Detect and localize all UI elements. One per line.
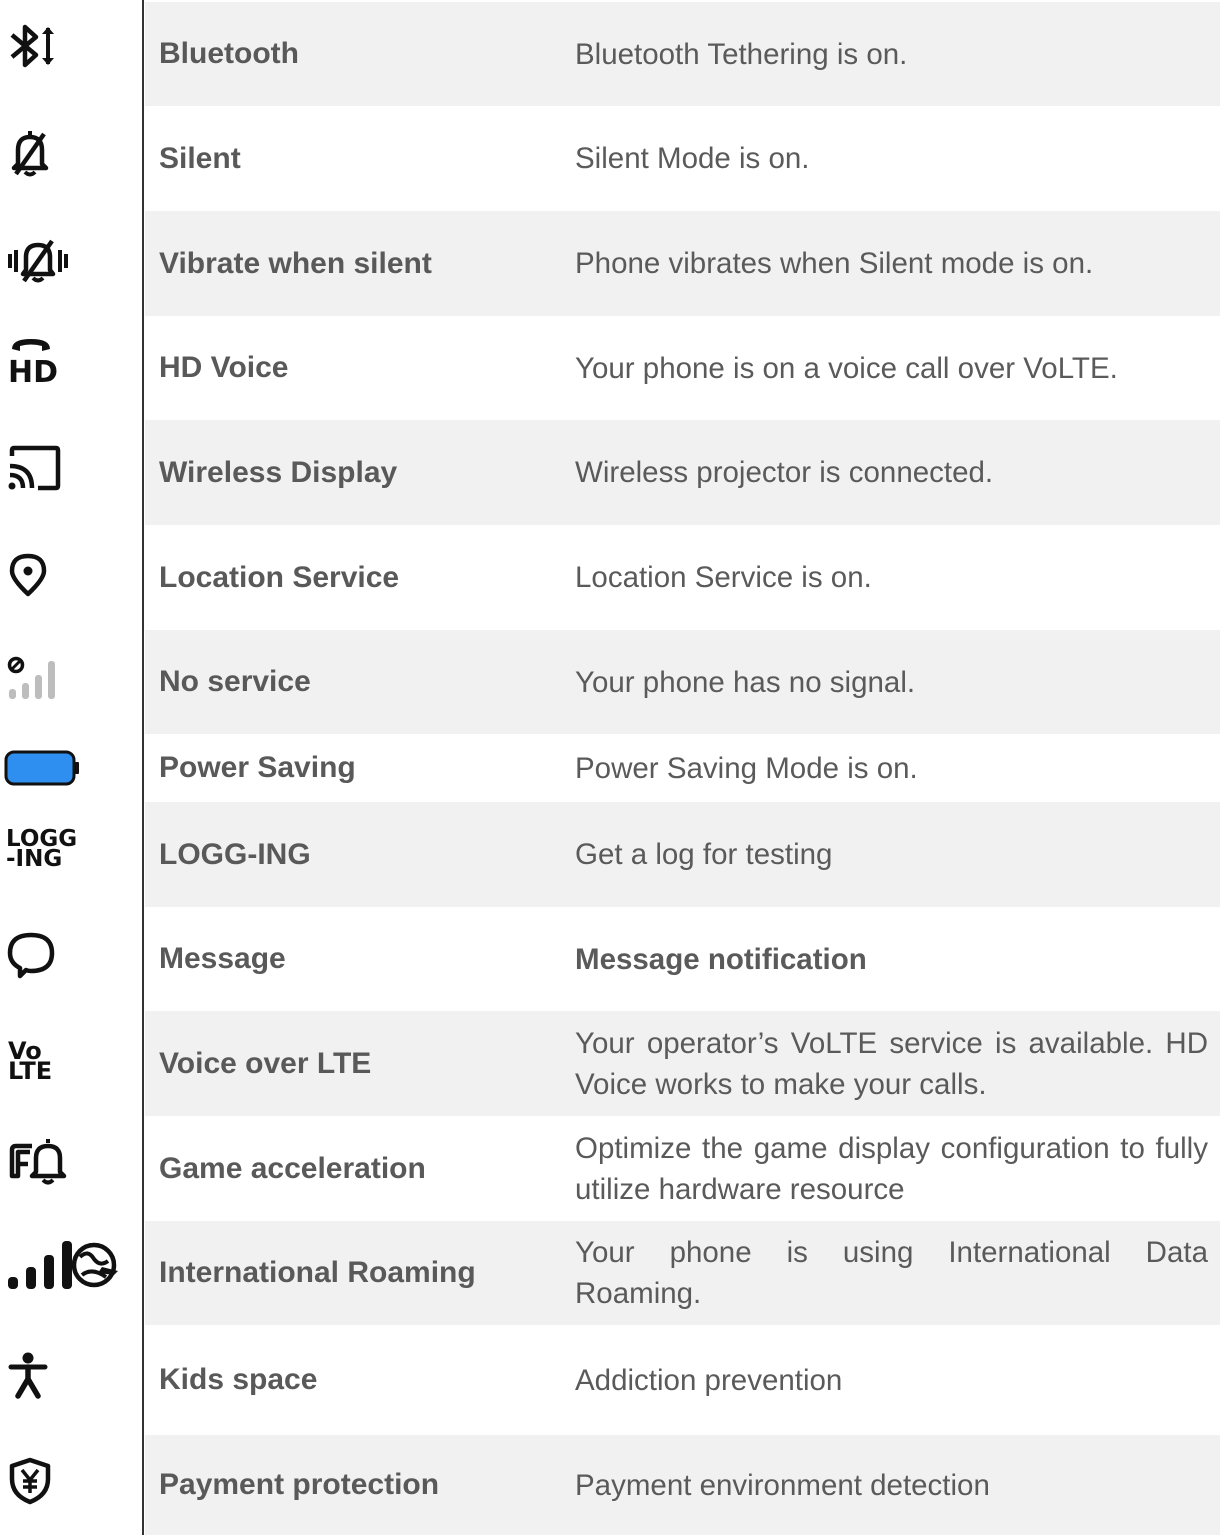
row-description: Your phone is on a voice call over VoLTE… (575, 351, 1118, 385)
location-pin-icon (8, 545, 78, 605)
table-row: Vo LTE Voice over LTE Your operator’s Vo… (0, 1011, 1220, 1116)
table-row: No service Your phone has no signal. (0, 630, 1220, 734)
table-row: Vibrate when silent Phone vibrates when … (0, 211, 1220, 316)
row-name: Location Service (159, 560, 400, 594)
row-name: Power Saving (159, 751, 356, 784)
row-name: Message (159, 942, 286, 975)
row-name: International Roaming (159, 1256, 476, 1289)
row-description: Bluetooth Tethering is on. (575, 37, 908, 71)
kid-icon (8, 1345, 78, 1405)
table-row: International Roaming Your phone is usin… (0, 1221, 1220, 1325)
table-row: Bluetooth Bluetooth Tethering is on. (0, 2, 1220, 106)
battery-icon (4, 738, 79, 798)
row-name: Voice over LTE (159, 1046, 372, 1080)
row-description: Payment environment detection (575, 1468, 990, 1502)
row-description: Optimize the game display configuration … (575, 1131, 1208, 1206)
row-description: Wireless projector is connected. (575, 456, 994, 489)
row-name: Kids space (159, 1363, 318, 1396)
table-row: Location Service Location Service is on. (0, 525, 1220, 630)
row-name: Bluetooth (159, 37, 299, 70)
table-row: Wireless Display Wireless projector is c… (0, 420, 1220, 525)
table-row: Game acceleration Optimize the game disp… (0, 1116, 1220, 1221)
table-row: Kids space Addiction prevention (0, 1325, 1220, 1435)
logging-icon: LOGG -ING (6, 820, 77, 880)
row-name: HD Voice (159, 351, 289, 384)
row-description: Your phone has no signal. (575, 665, 916, 699)
row-name: Payment protection (159, 1468, 440, 1501)
row-description: Message notification (575, 942, 867, 976)
volte-icon: Vo LTE (8, 1031, 78, 1091)
table-row: Message Message notification (0, 907, 1220, 1011)
hd-voice-icon: HD (6, 330, 76, 390)
yuan-shield-icon (8, 1451, 78, 1511)
row-name: No service (159, 665, 311, 698)
bluetooth-tethering-icon (8, 16, 78, 76)
table-row: Payment protection Payment environment d… (0, 1435, 1220, 1535)
row-name: Game acceleration (159, 1151, 426, 1185)
row-name: Vibrate when silent (159, 246, 432, 280)
table-row: LOGG -ING LOGG-ING Get a log for testing (0, 802, 1220, 907)
cast-icon (6, 438, 76, 498)
table-row: Silent Silent Mode is on. (0, 106, 1220, 211)
table-row: Power Saving Power Saving Mode is on. (0, 734, 1220, 802)
game-acceleration-icon (8, 1132, 78, 1192)
row-name: Silent (159, 141, 241, 175)
bell-off-icon (8, 124, 78, 184)
row-description: Location Service is on. (575, 561, 872, 594)
row-description: Power Saving Mode is on. (575, 751, 918, 785)
table-row: HD HD Voice Your phone is on a voice cal… (0, 316, 1220, 420)
row-description: Your operator’s VoLTE service is availab… (575, 1026, 1208, 1101)
no-signal-icon (6, 648, 76, 708)
row-description: Your phone is using International Data R… (575, 1236, 1208, 1310)
column-divider (142, 0, 144, 1535)
row-name: Wireless Display (159, 455, 398, 489)
volte-icon-line2: LTE (8, 1057, 53, 1085)
logging-icon-line2: -ING (6, 846, 63, 872)
row-name: LOGG-ING (159, 837, 311, 871)
row-description: Phone vibrates when Silent mode is on. (575, 247, 1094, 280)
row-description: Get a log for testing (575, 838, 833, 871)
roaming-signal-icon (6, 1235, 118, 1295)
row-description: Silent Mode is on. (575, 142, 810, 175)
row-description: Addiction prevention (575, 1363, 843, 1397)
vibrate-bell-off-icon (8, 231, 78, 291)
hd-voice-icon-text: HD (8, 355, 58, 390)
message-bubble-icon (6, 925, 76, 985)
